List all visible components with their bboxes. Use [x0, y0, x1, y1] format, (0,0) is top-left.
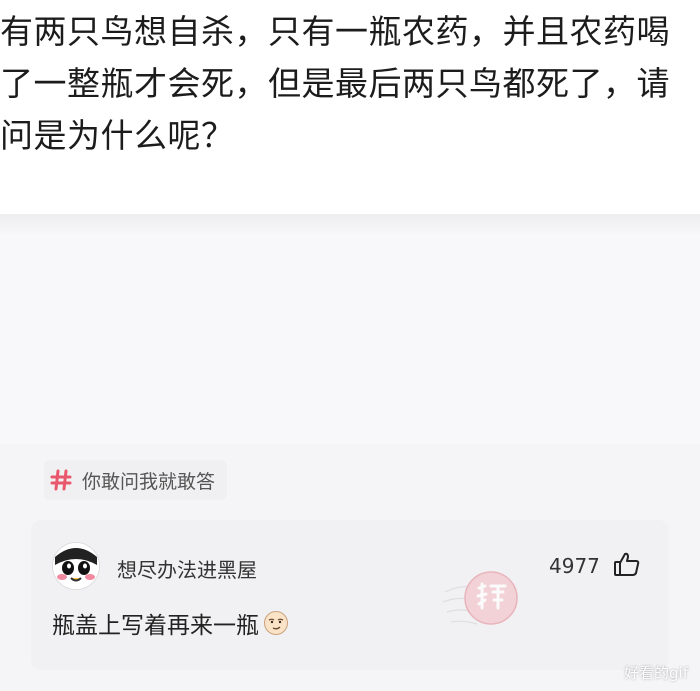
content-spacer: [0, 214, 700, 444]
hash-icon: [50, 469, 72, 491]
smirk-face-icon: [263, 610, 289, 636]
comment-username[interactable]: 想尽办法进黑屋: [117, 554, 257, 583]
thumbs-up-icon[interactable]: [613, 550, 641, 578]
comment-card: 想尽办法进黑屋 4977 瓶盖上写着再来一瓶: [31, 520, 669, 670]
watermark: 好看的gif: [624, 664, 688, 682]
user-avatar[interactable]: [52, 542, 100, 590]
like-count: 4977: [549, 554, 600, 578]
god-reply-stamp-icon: [441, 562, 521, 642]
comment-text: 瓶盖上写着再来一瓶: [52, 613, 259, 639]
question-text: 有两只鸟想自杀，只有一瓶农药，并且农药喝了一整瓶才会死，但是最后两只鸟都死了，请…: [0, 12, 670, 155]
question-card: 有两只鸟想自杀，只有一瓶农药，并且农药喝了一整瓶才会死，但是最后两只鸟都死了，请…: [0, 0, 700, 214]
comment-body: 瓶盖上写着再来一瓶: [52, 606, 289, 640]
topic-label: 你敢问我就敢答: [82, 470, 216, 493]
panda-avatar-icon: [53, 543, 99, 589]
topic-tag[interactable]: 你敢问我就敢答: [44, 460, 228, 500]
